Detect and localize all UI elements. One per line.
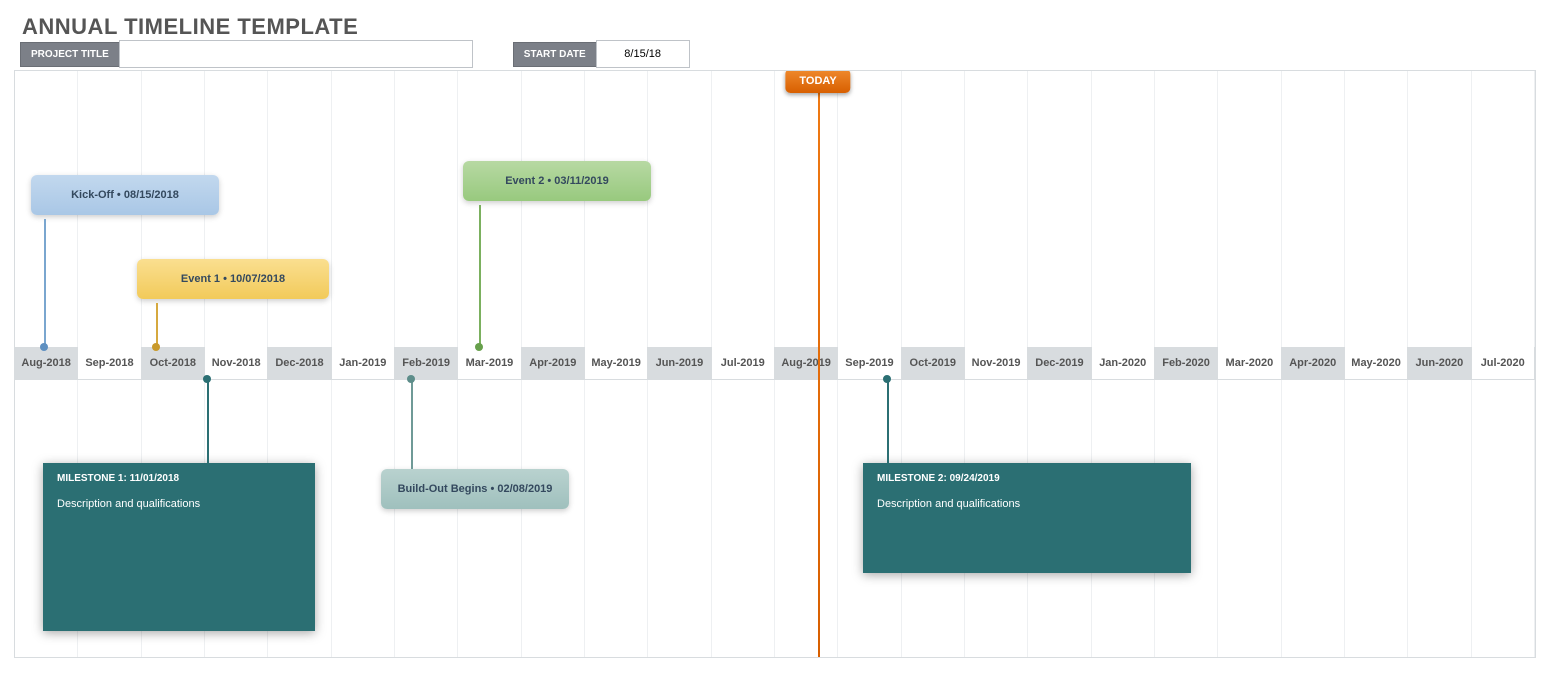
month-jun-2020: Jun-2020 — [1408, 347, 1471, 379]
month-jun-2019: Jun-2019 — [648, 347, 711, 379]
milestone-body: Description and qualifications — [877, 498, 1177, 510]
month-apr-2020: Apr-2020 — [1282, 347, 1345, 379]
meta-row: PROJECT TITLE START DATE — [20, 40, 690, 68]
month-feb-2020: Feb-2020 — [1155, 347, 1218, 379]
month-nov-2019: Nov-2019 — [965, 347, 1028, 379]
month-jan-2020: Jan-2020 — [1092, 347, 1155, 379]
month-sep-2019: Sep-2019 — [838, 347, 901, 379]
month-jul-2020: Jul-2020 — [1472, 347, 1535, 379]
axis-separator-bottom — [15, 379, 1535, 380]
month-aug-2018: Aug-2018 — [15, 347, 78, 379]
start-date-label: START DATE — [513, 42, 596, 67]
milestone-ms1[interactable]: MILESTONE 1: 11/01/2018 Description and q… — [43, 463, 315, 631]
today-line — [818, 71, 820, 657]
month-dec-2018: Dec-2018 — [268, 347, 331, 379]
month-apr-2019: Apr-2019 — [522, 347, 585, 379]
event-kickoff[interactable]: Kick-Off • 08/15/2018 — [31, 175, 219, 215]
month-aug-2019: Aug-2019 — [775, 347, 838, 379]
event-build[interactable]: Build-Out Begins • 02/08/2019 — [381, 469, 569, 509]
month-oct-2019: Oct-2019 — [902, 347, 965, 379]
month-feb-2019: Feb-2019 — [395, 347, 458, 379]
month-mar-2019: Mar-2019 — [458, 347, 521, 379]
milestone-ms2[interactable]: MILESTONE 2: 09/24/2019 Description and q… — [863, 463, 1191, 573]
project-title-label: PROJECT TITLE — [20, 42, 119, 67]
month-jan-2019: Jan-2019 — [332, 347, 395, 379]
start-date-input[interactable] — [596, 40, 690, 68]
month-oct-2018: Oct-2018 — [142, 347, 205, 379]
month-may-2019: May-2019 — [585, 347, 648, 379]
event-event1[interactable]: Event 1 • 10/07/2018 — [137, 259, 329, 299]
milestone-body: Description and qualifications — [57, 498, 301, 510]
month-mar-2020: Mar-2020 — [1218, 347, 1281, 379]
month-dec-2019: Dec-2019 — [1028, 347, 1091, 379]
month-jul-2019: Jul-2019 — [712, 347, 775, 379]
month-sep-2018: Sep-2018 — [78, 347, 141, 379]
month-nov-2018: Nov-2018 — [205, 347, 268, 379]
event-event2[interactable]: Event 2 • 03/11/2019 — [463, 161, 651, 201]
month-axis: Aug-2018Sep-2018Oct-2018Nov-2018Dec-2018… — [15, 347, 1535, 379]
milestone-title: MILESTONE 2: 09/24/2019 — [877, 473, 1177, 484]
timeline-area: Aug-2018Sep-2018Oct-2018Nov-2018Dec-2018… — [14, 70, 1536, 658]
milestone-title: MILESTONE 1: 11/01/2018 — [57, 473, 301, 484]
project-title-input[interactable] — [119, 40, 473, 68]
page-title: ANNUAL TIMELINE TEMPLATE — [22, 14, 358, 39]
month-may-2020: May-2020 — [1345, 347, 1408, 379]
today-badge: TODAY — [785, 70, 850, 93]
